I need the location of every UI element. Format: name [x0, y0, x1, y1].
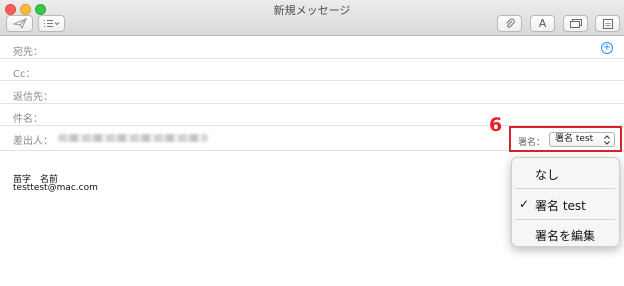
- title-bar: 新規メッセージ A: [0, 0, 624, 36]
- stationery-icon: [602, 18, 613, 29]
- format-button[interactable]: A: [530, 15, 555, 32]
- to-field[interactable]: 宛先： +: [0, 37, 624, 59]
- signature-select[interactable]: 署名 test: [549, 132, 615, 147]
- menu-item-label: 署名を編集: [535, 229, 596, 243]
- menu-separator: [516, 188, 615, 189]
- reply-to-label: 返信先：: [13, 92, 53, 103]
- paper-plane-icon: [12, 18, 27, 29]
- stationery-button[interactable]: [595, 15, 620, 32]
- paperclip-icon: [505, 18, 515, 29]
- list-icon: [43, 19, 61, 28]
- signature-email-line: testtest@mac.com: [13, 183, 98, 193]
- menu-item-label: なし: [535, 168, 560, 182]
- from-label: 差出人：: [13, 136, 53, 147]
- reply-to-field[interactable]: 返信先：: [0, 82, 624, 104]
- format-font-glyph: A: [538, 17, 547, 30]
- menu-item-signature-test[interactable]: ✓ 署名 test: [512, 192, 619, 216]
- cc-label: Cc：: [13, 69, 36, 80]
- signature-label: 署名：: [518, 138, 546, 148]
- header-fields-menu-button[interactable]: [38, 15, 65, 32]
- photo-browser-icon: [569, 19, 582, 28]
- blurred-sender-address: [58, 134, 208, 142]
- photo-browser-button[interactable]: [563, 15, 588, 32]
- cc-field[interactable]: Cc：: [0, 59, 624, 81]
- checkmark-icon: ✓: [519, 197, 530, 211]
- step-number-annotation: 6: [489, 114, 503, 136]
- add-contact-plus-icon[interactable]: +: [601, 42, 613, 54]
- menu-item-none[interactable]: なし: [512, 161, 619, 185]
- signature-dropdown-menu: なし ✓ 署名 test 署名を編集: [511, 157, 620, 247]
- menu-item-edit-signatures[interactable]: 署名を編集: [512, 222, 619, 246]
- subject-field[interactable]: 件名：: [0, 104, 624, 126]
- up-down-arrows-icon: [603, 134, 611, 146]
- menu-separator: [516, 219, 615, 220]
- subject-label: 件名：: [13, 114, 43, 125]
- menu-item-label: 署名 test: [535, 199, 586, 213]
- attach-button[interactable]: [497, 15, 522, 32]
- signature-selected-value: 署名 test: [555, 134, 594, 144]
- to-label: 宛先：: [13, 47, 43, 58]
- send-button[interactable]: [6, 15, 33, 32]
